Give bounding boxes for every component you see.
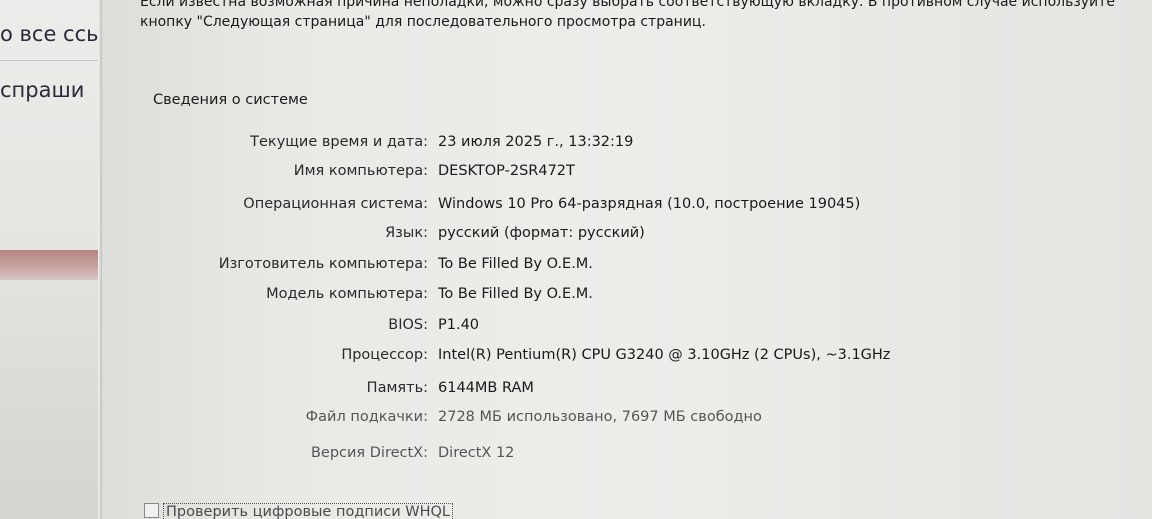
background-divider — [0, 60, 100, 61]
info-label: Память: — [366, 380, 428, 396]
info-value: P1.40 — [438, 317, 480, 333]
whql-checkbox-label[interactable]: Проверить цифровые подписи WHQL — [163, 503, 453, 519]
intro-line-1: Если известна возможная причина неполадк… — [140, 0, 1115, 10]
info-value: 6144MB RAM — [438, 380, 534, 396]
intro-line-2: кнопку "Следующая страница" для последов… — [140, 14, 706, 30]
info-label: Файл подкачки: — [305, 409, 428, 425]
info-label: Модель компьютера: — [266, 286, 428, 302]
info-value: Windows 10 Pro 64-разрядная (10.0, постр… — [438, 196, 861, 212]
info-label: BIOS: — [388, 317, 428, 333]
info-label: Процессор: — [341, 347, 428, 363]
info-value: DirectX 12 — [438, 445, 515, 461]
whql-checkbox-row[interactable]: Проверить цифровые подписи WHQL — [144, 503, 453, 519]
dxdiag-system-tab: Если известна возможная причина неполадк… — [102, 0, 1152, 519]
info-label: Изготовитель компьютера: — [218, 256, 428, 272]
background-text-line-2: спраши — [0, 78, 85, 102]
info-value: 2728 МБ использовано, 7697 МБ свободно — [438, 409, 762, 425]
info-label: Операционная система: — [243, 196, 428, 212]
info-value: Intel(R) Pentium(R) CPU G3240 @ 3.10GHz … — [438, 347, 891, 363]
background-browser-window: о все ссы спраши — [0, 0, 100, 519]
info-label: Имя компьютера: — [293, 163, 428, 179]
background-banner — [0, 250, 100, 280]
info-value: русский (формат: русский) — [438, 225, 645, 241]
info-label: Язык: — [385, 225, 428, 241]
info-label: Версия DirectX: — [310, 445, 428, 461]
background-text-line-1: о все ссы — [0, 22, 100, 46]
intro-text: Если известна возможная причина неполадк… — [140, 0, 1145, 34]
info-value: To Be Filled By O.E.M. — [438, 256, 593, 272]
whql-checkbox[interactable] — [144, 503, 159, 518]
section-title: Сведения о системе — [153, 92, 308, 108]
info-value: DESKTOP-2SR472T — [438, 163, 575, 179]
info-value: 23 июля 2025 г., 13:32:19 — [438, 134, 634, 150]
info-value: To Be Filled By O.E.M. — [438, 286, 593, 302]
info-label: Текущие время и дата: — [250, 134, 428, 150]
